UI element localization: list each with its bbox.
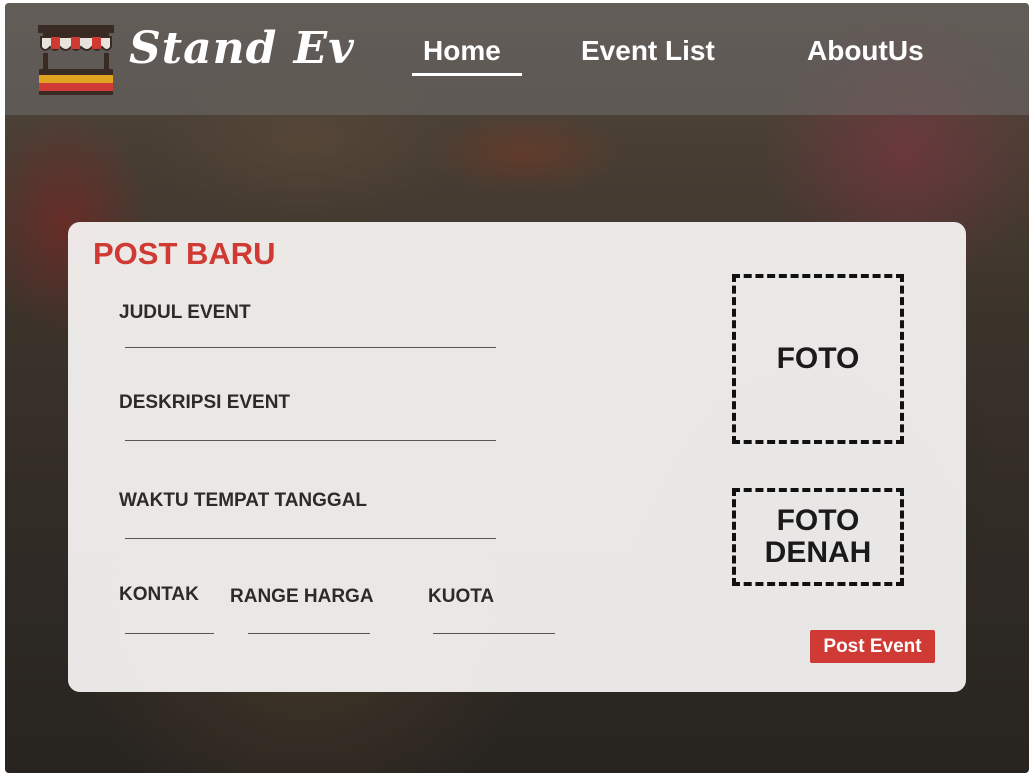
- range-harga-label: RANGE HARGA: [230, 586, 374, 607]
- waktu-tempat-tanggal-input[interactable]: [125, 538, 496, 539]
- foto-denah-upload-box[interactable]: FOTO DENAH: [732, 488, 904, 586]
- foto-denah-line2: DENAH: [764, 536, 872, 569]
- foto-upload-label: FOTO: [776, 342, 860, 375]
- top-navbar: Stand Ev Home Event List AboutUs: [5, 3, 1029, 115]
- foto-upload-box[interactable]: FOTO: [732, 274, 904, 444]
- deskripsi-event-label: DESKRIPSI EVENT: [119, 392, 291, 413]
- judul-event-input[interactable]: [125, 347, 496, 348]
- post-event-button[interactable]: Post Event: [810, 630, 935, 663]
- foto-denah-label: FOTO DENAH: [765, 505, 872, 569]
- active-nav-underline: [412, 73, 522, 76]
- judul-event-label: JUDUL EVENT: [119, 302, 251, 323]
- brand-logo-text: Stand Ev: [129, 23, 355, 74]
- kuota-label: KUOTA: [428, 586, 495, 607]
- page-frame: Stand Ev Home Event List AboutUs POST BA…: [5, 3, 1029, 773]
- kontak-input[interactable]: [125, 633, 214, 634]
- deskripsi-event-input[interactable]: [125, 440, 496, 441]
- market-stall-icon: [38, 25, 114, 95]
- post-form-card: POST BARU JUDUL EVENT DESKRIPSI EVENT WA…: [68, 222, 966, 692]
- range-harga-input[interactable]: [248, 633, 370, 634]
- kontak-label: KONTAK: [119, 584, 199, 605]
- waktu-tempat-tanggal-label: WAKTU TEMPAT TANGGAL: [119, 490, 368, 511]
- nav-about-us[interactable]: AboutUs: [807, 35, 924, 67]
- nav-event-list[interactable]: Event List: [581, 35, 715, 67]
- form-title: POST BARU: [93, 236, 276, 271]
- kuota-input[interactable]: [433, 633, 555, 634]
- nav-home[interactable]: Home: [423, 35, 501, 67]
- foto-denah-line1: FOTO: [776, 504, 860, 537]
